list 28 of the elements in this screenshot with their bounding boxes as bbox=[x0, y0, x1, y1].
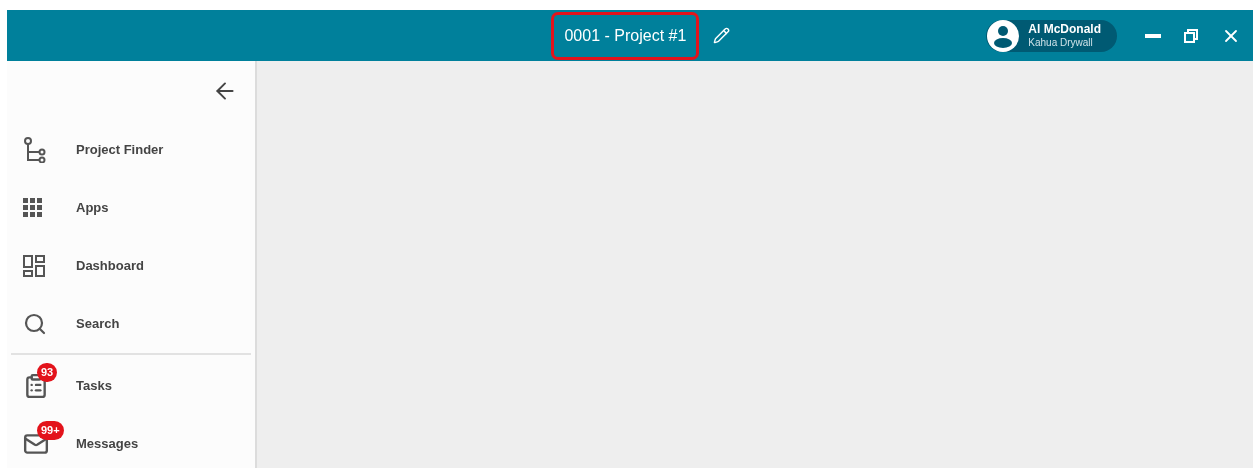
grid-icon bbox=[23, 198, 43, 218]
sidebar-label: Project Finder bbox=[76, 141, 164, 160]
dashboard-icon bbox=[23, 255, 45, 277]
sidebar-item[interactable]: Dashboard bbox=[11, 237, 251, 295]
pencil-icon bbox=[713, 27, 731, 44]
sidebar-item[interactable]: Project Finder bbox=[11, 121, 251, 179]
avatar-icon bbox=[986, 18, 1021, 53]
tree-icon bbox=[23, 137, 47, 163]
minimize-button[interactable] bbox=[1145, 33, 1161, 38]
project-title: 0001 - Project #1 bbox=[564, 26, 687, 44]
sidebar-label: Apps bbox=[76, 199, 109, 218]
sidebar-item[interactable]: Apps bbox=[11, 179, 251, 237]
sidebar-item[interactable]: 93 Tasks bbox=[11, 357, 251, 415]
sidebar-item[interactable]: 99+ Messages bbox=[11, 415, 251, 468]
minimize-icon bbox=[1145, 33, 1161, 38]
search-icon bbox=[23, 312, 47, 336]
user-name: Al McDonald bbox=[1028, 23, 1101, 35]
restore-icon bbox=[1183, 27, 1199, 44]
sidebar-label: Tasks bbox=[76, 377, 112, 396]
sidebar-label: Dashboard bbox=[76, 257, 144, 276]
company-name: Kahua Drywall bbox=[1028, 38, 1093, 48]
restore-button[interactable] bbox=[1183, 27, 1199, 44]
sidebar-label: Messages bbox=[76, 435, 139, 454]
count-badge: 99+ bbox=[37, 421, 64, 440]
sidebar-label: Search bbox=[76, 315, 120, 334]
sidebar-item[interactable]: Search bbox=[11, 295, 251, 353]
user-chip[interactable]: Al McDonald Kahua Drywall bbox=[986, 19, 1117, 52]
count-badge: 93 bbox=[37, 363, 58, 382]
